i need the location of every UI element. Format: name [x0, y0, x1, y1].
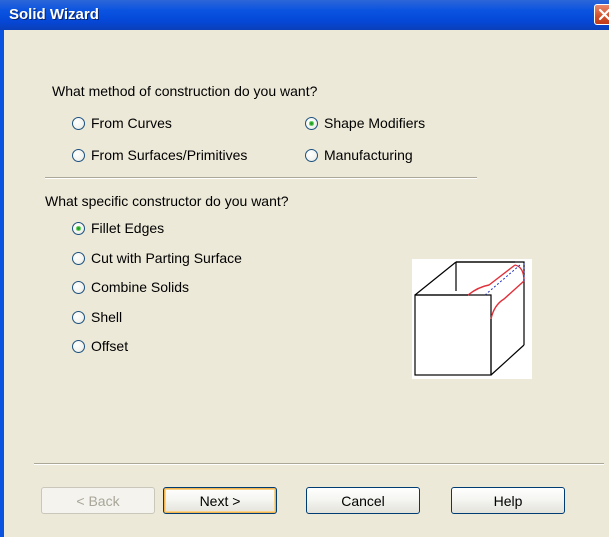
- section-divider: [45, 177, 477, 179]
- constructor-question: What specific constructor do you want?: [45, 193, 289, 209]
- radio-circle-icon: [72, 280, 85, 294]
- radio-combine-solids[interactable]: Combine Solids: [72, 279, 189, 295]
- window-title: Solid Wizard: [9, 6, 99, 23]
- radio-label: From Curves: [91, 115, 172, 131]
- radio-shape-modifiers[interactable]: Shape Modifiers: [305, 115, 425, 131]
- cancel-button[interactable]: Cancel: [306, 487, 420, 514]
- radio-label: Fillet Edges: [91, 220, 165, 236]
- radio-circle-icon: [72, 310, 85, 324]
- close-button[interactable]: [594, 4, 609, 25]
- window-frame-left: [0, 30, 4, 537]
- radio-shell[interactable]: Shell: [72, 309, 122, 325]
- help-button[interactable]: Help: [451, 487, 565, 514]
- radio-from-curves[interactable]: From Curves: [72, 115, 172, 131]
- radio-circle-icon: [72, 251, 85, 265]
- radio-selected-icon: [305, 116, 318, 130]
- back-button[interactable]: < Back: [41, 487, 155, 514]
- radio-offset[interactable]: Offset: [72, 338, 128, 354]
- radio-label: Offset: [91, 338, 129, 354]
- next-button[interactable]: Next >: [163, 487, 277, 514]
- radio-label: Combine Solids: [91, 279, 190, 295]
- fillet-edges-preview-icon: [412, 259, 532, 382]
- solid-wizard-dialog: Solid Wizard What method of construction…: [0, 0, 609, 537]
- construction-method-question: What method of construction do you want?: [52, 83, 318, 99]
- radio-cut-with-parting-surface[interactable]: Cut with Parting Surface: [72, 250, 242, 266]
- button-divider: [34, 463, 604, 465]
- radio-circle-icon: [72, 339, 85, 353]
- radio-from-surfaces-primitives[interactable]: From Surfaces/Primitives: [72, 147, 247, 163]
- radio-circle-icon: [305, 148, 318, 162]
- radio-selected-icon: [72, 221, 85, 235]
- radio-label: Cut with Parting Surface: [91, 250, 242, 266]
- radio-label: Shell: [91, 309, 123, 325]
- radio-label: Manufacturing: [324, 147, 413, 163]
- radio-manufacturing[interactable]: Manufacturing: [305, 147, 413, 163]
- radio-label: From Surfaces/Primitives: [91, 147, 248, 163]
- radio-label: Shape Modifiers: [324, 115, 426, 131]
- radio-circle-icon: [72, 148, 85, 162]
- title-bar[interactable]: Solid Wizard: [0, 0, 609, 30]
- radio-fillet-edges[interactable]: Fillet Edges: [72, 220, 164, 236]
- radio-circle-icon: [72, 116, 85, 130]
